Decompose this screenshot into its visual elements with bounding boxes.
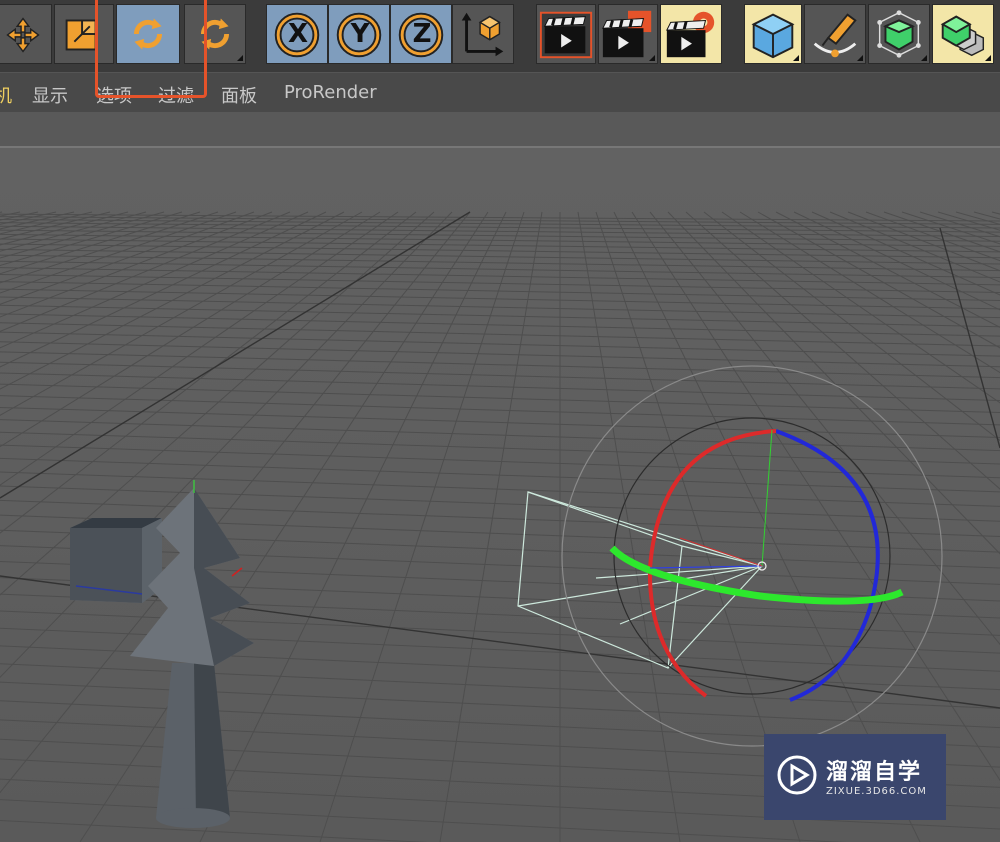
submenu-indicator-icon [649, 55, 655, 61]
watermark-badge: 溜溜自学 ZIXUE.3D66.COM [764, 734, 946, 820]
menu-item-camera[interactable]: 机 [0, 82, 12, 108]
render-settings-icon [666, 11, 715, 58]
render-view-button[interactable] [536, 4, 596, 64]
scale-icon [65, 19, 97, 51]
y-axis-lock-button[interactable]: Y [328, 4, 390, 64]
menu-item-prorender[interactable]: ProRender [284, 82, 377, 103]
x-axis-lock-button[interactable]: X [266, 4, 328, 64]
viewport-menu-bar: 机 显示 选项 过滤 面板 ProRender [0, 72, 1000, 113]
pen-spline-icon [813, 13, 857, 58]
render-settings-button[interactable] [660, 4, 722, 64]
submenu-indicator-icon [985, 55, 991, 61]
coordinate-system-icon [461, 12, 504, 57]
menu-item-options[interactable]: 选项 [96, 82, 132, 108]
subdivision-surface-button[interactable] [868, 4, 930, 64]
watermark-url: ZIXUE.3D66.COM [826, 786, 927, 797]
recent-tool-button[interactable] [184, 4, 246, 64]
menu-item-display[interactable]: 显示 [32, 82, 68, 108]
move-tool-button[interactable] [0, 4, 52, 64]
move-icon [6, 17, 40, 53]
cube-object[interactable] [70, 518, 162, 603]
z-axis-label: Z [412, 19, 432, 49]
play-logo-icon [777, 755, 817, 795]
render-to-picture-viewer-button[interactable] [598, 4, 658, 64]
scale-tool-button[interactable] [54, 4, 114, 64]
submenu-indicator-icon [237, 55, 243, 61]
rotate-tool-button[interactable] [116, 4, 180, 64]
main-toolbar: X Y Z [0, 0, 1000, 72]
cube-primitive-button[interactable] [744, 4, 802, 64]
submenu-indicator-icon [921, 55, 927, 61]
array-cloner-button[interactable] [932, 4, 994, 64]
watermark-title: 溜溜自学 [826, 760, 923, 785]
y-axis-label: Y [350, 19, 370, 49]
perspective-viewport[interactable]: 溜溜自学 ZIXUE.3D66.COM [0, 148, 1000, 842]
pen-spline-button[interactable] [804, 4, 866, 64]
coordinate-system-button[interactable] [452, 4, 514, 64]
menu-item-filter[interactable]: 过滤 [158, 82, 194, 108]
array-cloner-icon [940, 15, 985, 57]
rotate-icon [133, 18, 163, 50]
render-view-icon [539, 11, 593, 59]
viewport-header-strip [0, 112, 1000, 148]
z-axis-lock-button[interactable]: Z [390, 4, 452, 64]
x-axis-label: X [287, 19, 309, 49]
submenu-indicator-icon [857, 55, 863, 61]
subdivision-surface-icon [877, 10, 921, 58]
menu-item-panel[interactable]: 面板 [221, 82, 257, 108]
submenu-indicator-icon [793, 55, 799, 61]
recent-tool-icon [200, 18, 230, 50]
